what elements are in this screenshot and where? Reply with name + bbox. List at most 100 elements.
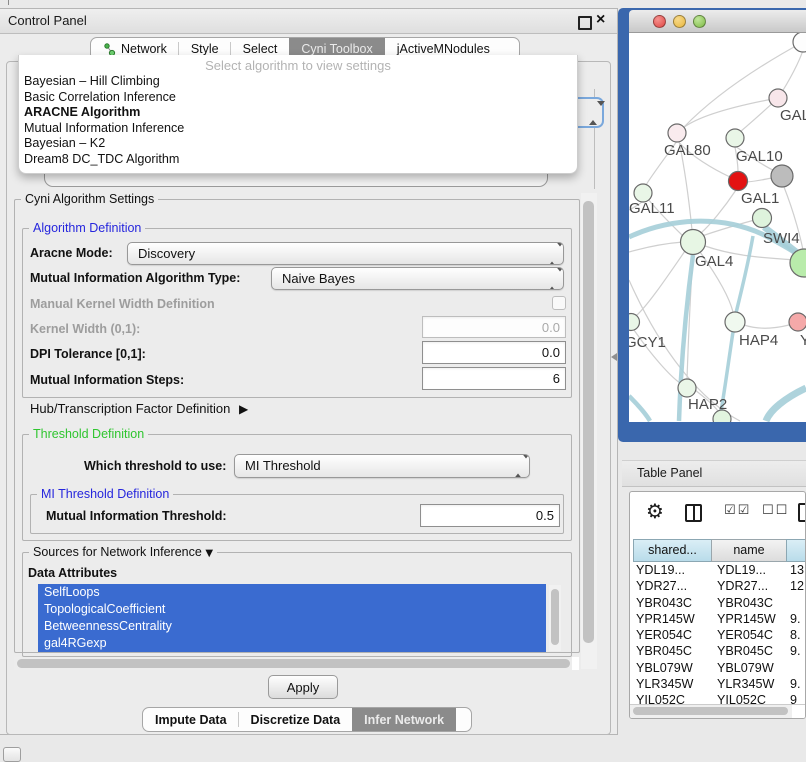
data-attributes-label: Data Attributes: [28, 566, 117, 580]
hub-definition-expander[interactable]: Hub/Transcription Factor Definition ▶: [30, 401, 248, 416]
table-cell: 9: [786, 692, 806, 704]
network-node[interactable]: [771, 165, 793, 187]
settings-horizontal-scrollbar[interactable]: [14, 657, 579, 670]
network-edge-highlighted[interactable]: [766, 388, 806, 421]
data-attributes-list[interactable]: SelfLoopsTopologicalCoefficientBetweenne…: [38, 584, 546, 652]
mi-threshold-input[interactable]: 0.5: [420, 504, 560, 527]
table-row[interactable]: YDL19...YDL19...13: [633, 562, 806, 578]
table-row[interactable]: YPR145WYPR145W9.: [633, 611, 806, 627]
checked-checkboxes-icon[interactable]: ☑☑: [724, 503, 751, 518]
network-node-gal1[interactable]: [729, 172, 748, 191]
table-horizontal-scrollbar[interactable]: [630, 704, 806, 718]
gear-icon[interactable]: ⚙: [646, 499, 664, 523]
dpi-tolerance-input[interactable]: 0.0: [422, 341, 566, 364]
close-traffic-light-icon[interactable]: [653, 15, 666, 28]
file-icon[interactable]: [798, 503, 806, 522]
window-edge-notch: [8, 0, 9, 5]
float-window-icon[interactable]: [578, 16, 592, 30]
tab-label: Infer Network: [364, 713, 444, 727]
minimize-traffic-light-icon[interactable]: [673, 15, 686, 28]
tab-discretize-data[interactable]: Discretize Data: [239, 708, 353, 731]
tab-label: Discretize Data: [251, 713, 341, 727]
network-edge-highlighted[interactable]: [736, 236, 753, 313]
apply-button[interactable]: Apply: [268, 675, 338, 699]
column-header-partial[interactable]: [786, 539, 806, 562]
group-title: Cyni Algorithm Settings: [21, 192, 158, 206]
network-edge[interactable]: [683, 98, 778, 128]
dropdown-item[interactable]: Bayesian – Hill Climbing: [19, 74, 577, 90]
network-window-titlebar[interactable]: [629, 10, 806, 33]
attribute-list-item[interactable]: gal4RGexp: [38, 635, 546, 652]
column-header-shared-name[interactable]: shared...: [633, 539, 711, 562]
table-header-row: shared... name: [633, 539, 806, 562]
network-canvas[interactable]: GALGAL80GAL10GAL1GAL11SWI4GAL4GCY1HAP4YH…: [629, 33, 806, 422]
network-edge[interactable]: [629, 242, 683, 252]
which-threshold-select[interactable]: MI Threshold: [234, 454, 530, 478]
unchecked-checkboxes-icon[interactable]: ☐☐: [762, 503, 789, 518]
network-node[interactable]: [793, 33, 806, 52]
table-cell: YLR345W: [633, 676, 711, 692]
column-header-name[interactable]: name: [711, 539, 786, 562]
table-cell: YDR27...: [711, 578, 786, 594]
network-node[interactable]: [713, 410, 731, 422]
network-node-label: GAL1: [741, 190, 779, 207]
table-panel-title: Table Panel: [637, 466, 702, 480]
network-edge[interactable]: [744, 325, 789, 328]
table-cell: YBL079W: [633, 660, 711, 676]
network-node-gal10[interactable]: [726, 129, 744, 147]
table-cell: YDL19...: [633, 562, 711, 578]
dropdown-item[interactable]: ARACNE Algorithm: [19, 105, 577, 121]
network-node-hap2[interactable]: [678, 379, 696, 397]
dpi-tolerance-label: DPI Tolerance [0,1]:: [30, 347, 146, 361]
network-node-gcy1[interactable]: [629, 314, 640, 331]
control-panel-title: Control Panel: [8, 13, 87, 28]
table-row[interactable]: YLR345WYLR345W9.: [633, 676, 806, 692]
dropdown-item[interactable]: Mutual Information Inference: [19, 121, 577, 137]
table-cell: YPR145W: [633, 611, 711, 627]
dropdown-item[interactable]: Bayesian – K2: [19, 136, 577, 152]
table-row[interactable]: YDR27...YDR27...12: [633, 578, 806, 594]
mi-algorithm-type-select[interactable]: Naive Bayes: [271, 267, 564, 290]
network-node-gal80[interactable]: [668, 124, 686, 142]
network-node-hap4[interactable]: [725, 312, 745, 332]
network-edge[interactable]: [636, 251, 685, 316]
split-pane-collapse-arrow[interactable]: [611, 353, 617, 361]
attribute-list-item[interactable]: BetweennessCentrality: [38, 618, 546, 635]
zoom-traffic-light-icon[interactable]: [693, 15, 706, 28]
table-row[interactable]: YIL052CYIL052C9: [633, 692, 806, 704]
table-row[interactable]: YBR043CYBR043C: [633, 595, 806, 611]
attributes-list-scrollbar[interactable]: [549, 585, 561, 651]
network-node-gal[interactable]: [769, 89, 787, 107]
table-cell: 9.: [786, 643, 806, 659]
table-cell: YDR27...: [633, 578, 711, 594]
sources-title[interactable]: Sources for Network Inference ▼: [29, 545, 217, 559]
tab-impute-data[interactable]: Impute Data: [143, 708, 239, 731]
manual-kernel-label: Manual Kernel Width Definition: [30, 297, 215, 311]
table-row[interactable]: YER054CYER054C8.: [633, 627, 806, 643]
table-row[interactable]: YBL079WYBL079W: [633, 660, 806, 676]
close-icon[interactable]: ×: [596, 11, 605, 29]
manual-kernel-checkbox[interactable]: [552, 296, 566, 310]
control-panel-window: Control Panel × Network Style Select Cyn…: [0, 8, 618, 735]
tab-infer-network[interactable]: Infer Network: [352, 708, 456, 731]
network-edge[interactable]: [747, 178, 772, 182]
network-node-y[interactable]: [789, 313, 806, 331]
table-cell: YBR045C: [633, 643, 711, 659]
settings-vertical-scrollbar[interactable]: [581, 193, 597, 669]
attribute-list-item[interactable]: SelfLoops: [38, 584, 546, 601]
panel-corner-button[interactable]: [3, 747, 21, 762]
sources-title-label: Sources for Network Inference: [33, 545, 202, 559]
dropdown-item[interactable]: Basic Correlation Inference: [19, 90, 577, 106]
attribute-list-item[interactable]: TopologicalCoefficient: [38, 601, 546, 618]
columns-icon[interactable]: [685, 504, 702, 522]
kernel-width-input[interactable]: 0.0: [422, 316, 566, 338]
mi-steps-input[interactable]: 6: [422, 367, 566, 390]
network-node-swi4[interactable]: [753, 209, 772, 228]
network-node-gal4[interactable]: [681, 230, 706, 255]
dropdown-item[interactable]: Dream8 DC_TDC Algorithm: [19, 152, 577, 168]
network-edge-highlighted[interactable]: [629, 396, 650, 421]
table-cell: 13: [786, 562, 806, 578]
which-threshold-label: Which threshold to use:: [84, 459, 226, 473]
aracne-mode-select[interactable]: Discovery: [127, 242, 564, 265]
table-row[interactable]: YBR045CYBR045C9.: [633, 643, 806, 659]
